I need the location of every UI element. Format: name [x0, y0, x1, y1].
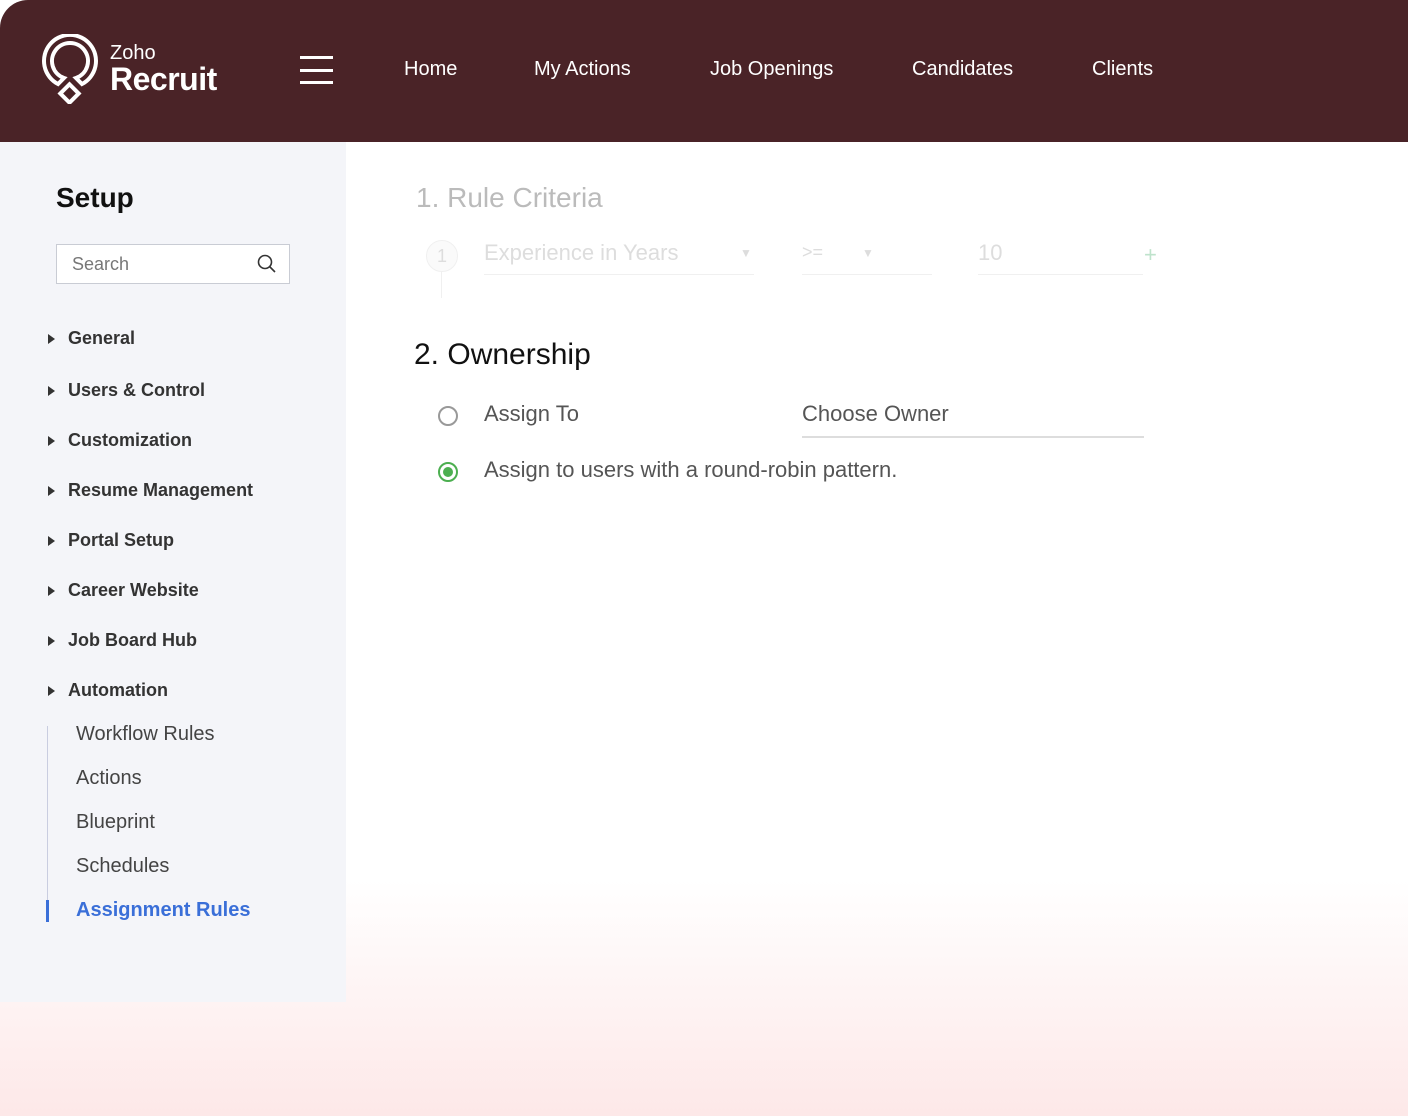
round-robin-label: Assign to users with a round-robin patte…: [484, 457, 898, 482]
sidebar-item-portal-setup[interactable]: Portal Setup: [48, 530, 174, 551]
caret-right-icon: [48, 333, 55, 344]
chevron-down-icon[interactable]: ▼: [740, 246, 752, 260]
sidebar-item-blueprint[interactable]: Blueprint: [76, 811, 155, 834]
caret-right-icon: [48, 435, 55, 446]
owner-underline: [802, 436, 1144, 438]
nav-candidates[interactable]: Candidates: [912, 58, 1013, 81]
add-criteria-icon[interactable]: +: [1144, 242, 1157, 268]
caret-right-icon: [48, 385, 55, 396]
search-input[interactable]: Search: [56, 244, 290, 284]
caret-right-icon: [48, 685, 55, 696]
submenu-line: [47, 726, 48, 922]
sidebar-item-career-website[interactable]: Career Website: [48, 580, 199, 601]
caret-right-icon: [48, 585, 55, 596]
criteria-field-select[interactable]: Experience in Years: [484, 240, 678, 266]
sidebar-title: Setup: [56, 182, 134, 213]
round-robin-radio[interactable]: [438, 462, 458, 482]
value-underline: [978, 274, 1143, 275]
setup-sidebar: Setup Search General Users & Control Cus…: [0, 142, 346, 1002]
recruit-logo-icon: [42, 34, 98, 104]
sidebar-item-actions[interactable]: Actions: [76, 767, 142, 790]
rule-criteria-heading: 1. Rule Criteria: [416, 182, 603, 213]
active-indicator: [46, 900, 49, 922]
search-icon[interactable]: [257, 254, 277, 274]
nav-home[interactable]: Home: [404, 58, 457, 81]
menu-icon[interactable]: [300, 56, 333, 84]
criteria-value-input[interactable]: 10: [978, 240, 1002, 266]
zoho-recruit-logo[interactable]: Zoho Recruit: [40, 34, 217, 104]
sidebar-item-users-control[interactable]: Users & Control: [48, 380, 205, 401]
criteria-operator-select[interactable]: >=: [802, 242, 823, 263]
assign-to-radio[interactable]: [438, 406, 458, 426]
ownership-heading: 2. Ownership: [414, 338, 591, 371]
sidebar-item-job-board-hub[interactable]: Job Board Hub: [48, 630, 197, 651]
assign-to-label: Assign To: [484, 401, 579, 426]
sidebar-item-assignment-rules[interactable]: Assignment Rules: [76, 899, 250, 922]
nav-job-openings[interactable]: Job Openings: [710, 58, 833, 81]
sidebar-item-workflow-rules[interactable]: Workflow Rules: [76, 723, 215, 746]
criteria-connector: [441, 272, 442, 298]
sidebar-item-schedules[interactable]: Schedules: [76, 855, 169, 878]
sidebar-item-general[interactable]: General: [48, 328, 135, 349]
nav-my-actions[interactable]: My Actions: [534, 58, 631, 81]
choose-owner-select[interactable]: Choose Owner: [802, 401, 949, 427]
caret-right-icon: [48, 635, 55, 646]
sidebar-item-resume-management[interactable]: Resume Management: [48, 480, 253, 501]
sidebar-item-customization[interactable]: Customization: [48, 430, 192, 451]
caret-right-icon: [48, 535, 55, 546]
top-header: Zoho Recruit Home My Actions Job Openings…: [0, 0, 1408, 142]
criteria-row-number: 1: [426, 240, 458, 272]
nav-clients[interactable]: Clients: [1092, 58, 1153, 81]
caret-right-icon: [48, 485, 55, 496]
operator-underline: [802, 274, 932, 275]
sidebar-item-automation[interactable]: Automation: [48, 680, 168, 701]
chevron-down-icon[interactable]: ▼: [862, 246, 874, 260]
field-underline: [484, 274, 754, 275]
